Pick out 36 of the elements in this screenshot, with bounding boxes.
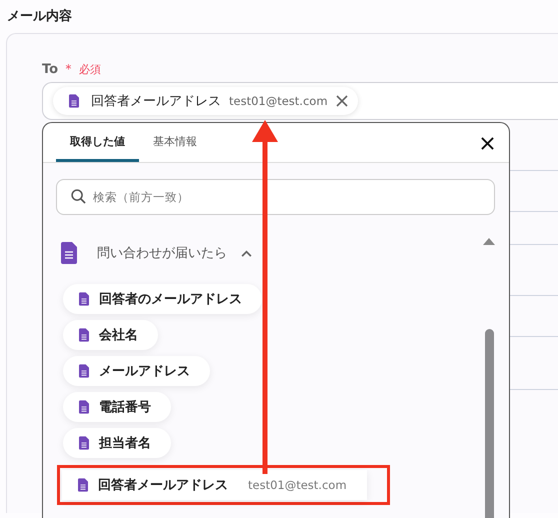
form-icon <box>78 478 88 492</box>
field-label: To <box>42 62 58 76</box>
item-label: 会社名 <box>99 327 138 344</box>
variable-chip[interactable]: 回答者メールアドレス test01@test.com <box>53 87 358 115</box>
variable-item[interactable]: 電話番号 <box>63 392 171 422</box>
form-icon <box>79 400 89 414</box>
form-icon <box>79 364 89 378</box>
search-field[interactable]: 検索（前方一致） <box>56 179 495 215</box>
chip-label: 回答者メールアドレス <box>91 93 221 110</box>
item-label: 電話番号 <box>99 399 151 416</box>
form-icon <box>79 292 89 306</box>
to-field[interactable]: 回答者メールアドレス test01@test.com <box>42 82 558 120</box>
form-icon <box>79 436 89 450</box>
variable-item[interactable]: 回答者メールアドレス test01@test.com <box>62 470 367 500</box>
close-icon[interactable] <box>481 137 494 150</box>
scroll-up-icon[interactable] <box>483 237 495 245</box>
item-label: 回答者のメールアドレス <box>99 291 242 308</box>
chip-value: test01@test.com <box>229 94 328 108</box>
variable-item[interactable]: 会社名 <box>63 320 158 350</box>
required-label: 必須 <box>79 62 102 76</box>
form-icon <box>79 328 89 342</box>
tab[interactable]: 基本情報 <box>139 134 211 162</box>
form-icon <box>61 242 77 264</box>
item-label: メールアドレス <box>99 363 190 380</box>
chevron-icon[interactable] <box>241 250 252 256</box>
form-icon <box>69 94 79 108</box>
scrollbar-thumb[interactable] <box>484 329 494 518</box>
required-mark: ＊ <box>62 61 76 78</box>
item-value: test01@test.com <box>248 478 347 492</box>
variable-item[interactable]: メールアドレス <box>63 356 210 386</box>
item-label: 担当者名 <box>99 435 151 452</box>
group-title[interactable]: 問い合わせが届いたら <box>97 244 227 262</box>
item-label: 回答者メールアドレス <box>98 477 228 494</box>
section-title: メール内容 <box>6 8 73 25</box>
variable-item[interactable]: 担当者名 <box>63 428 171 458</box>
variable-item[interactable]: 回答者のメールアドレス <box>63 284 262 314</box>
